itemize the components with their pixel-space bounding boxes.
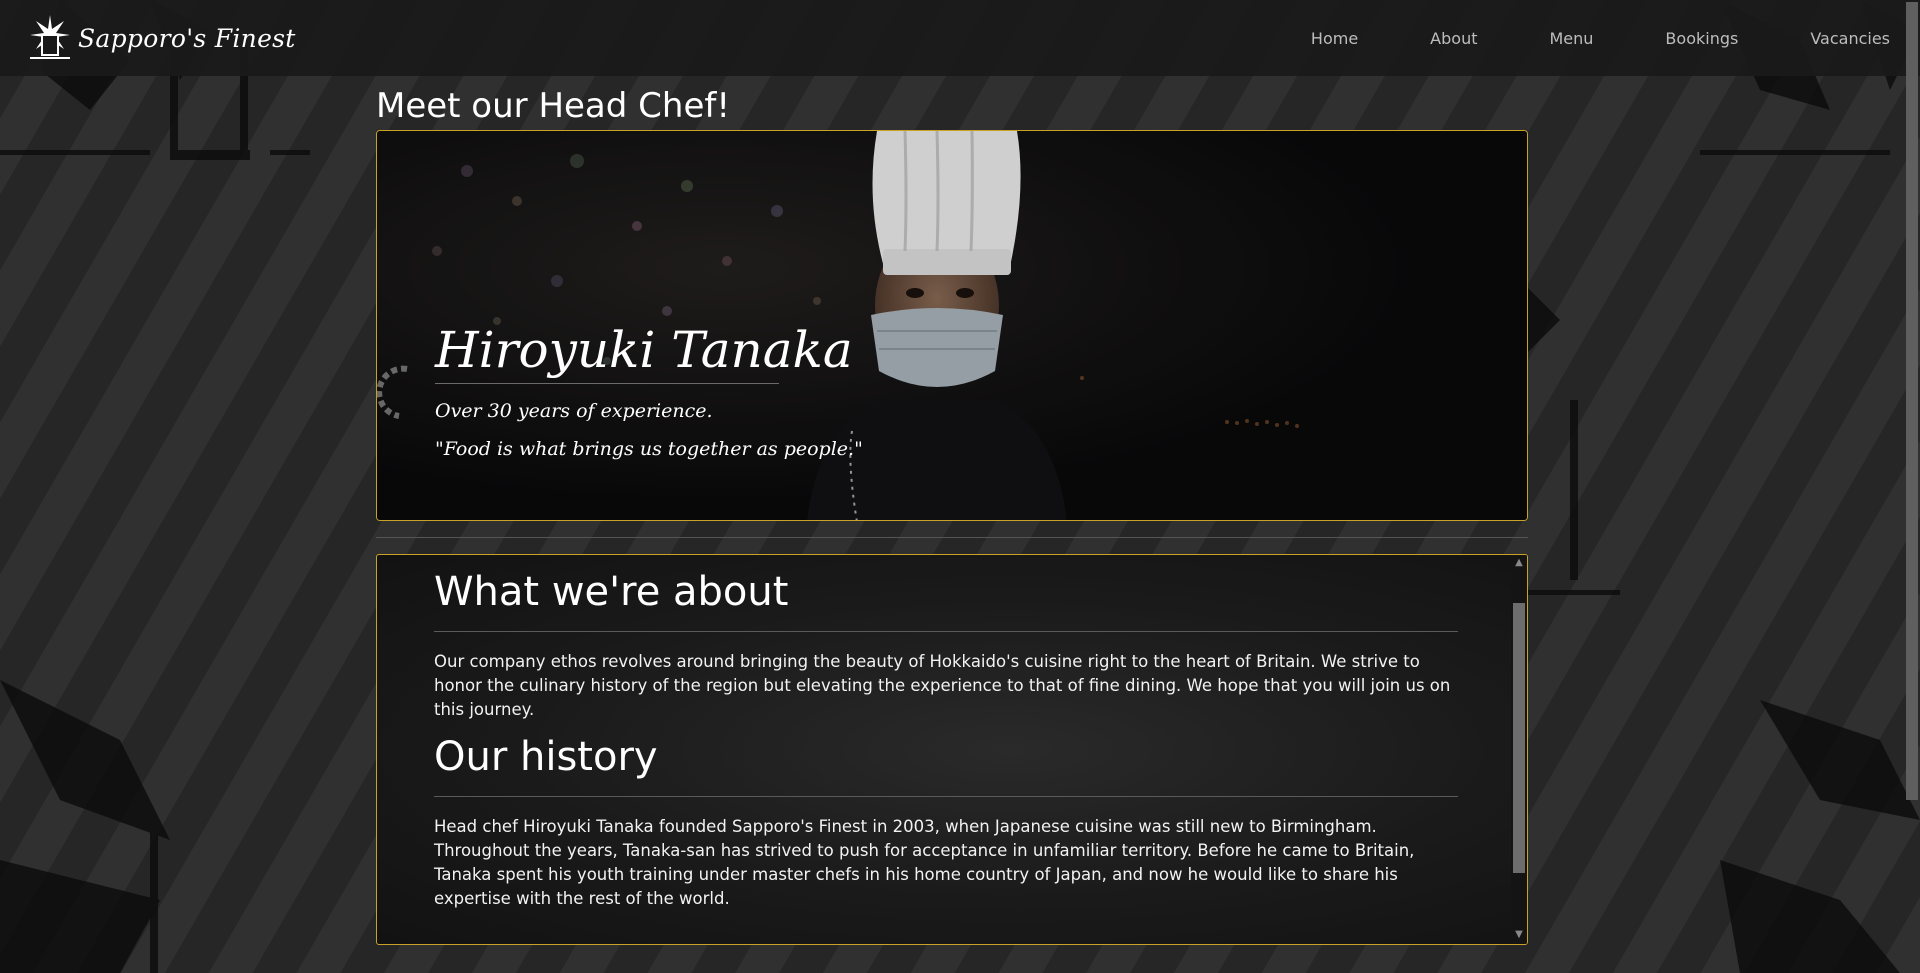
page-scrollbar[interactable]: [1903, 0, 1920, 973]
brand-name[interactable]: Sapporo's Finest: [78, 24, 296, 53]
nav-home[interactable]: Home: [1275, 29, 1394, 48]
page-scroll-thumb[interactable]: [1906, 2, 1918, 800]
about-scrollbar[interactable]: ▲ ▼: [1511, 555, 1527, 944]
section-divider: [376, 537, 1528, 538]
nav-menu[interactable]: Menu: [1513, 29, 1629, 48]
section-body-history: Head chef Hiroyuki Tanaka founded Sappor…: [434, 817, 1415, 908]
section-body-about: Our company ethos revolves around bringi…: [434, 652, 1451, 719]
top-navbar: Sapporo's Finest Home About Menu Booking…: [0, 0, 1920, 76]
nav-links: Home About Menu Bookings Vacancies: [1275, 29, 1892, 48]
chef-experience: Over 30 years of experience.: [435, 400, 713, 422]
nav-vacancies[interactable]: Vacancies: [1774, 29, 1892, 48]
about-scroll-box[interactable]: What we're about Our company ethos revol…: [376, 554, 1528, 945]
head-chef-card: Hiroyuki Tanaka Over 30 years of experie…: [376, 130, 1528, 521]
about-scroll-thumb[interactable]: [1513, 603, 1525, 873]
about-content: What we're about Our company ethos revol…: [434, 555, 1458, 911]
chef-quote: "Food is what brings us together as peop…: [435, 438, 863, 460]
nav-about[interactable]: About: [1394, 29, 1513, 48]
scroll-down-icon[interactable]: ▼: [1511, 927, 1527, 943]
brand[interactable]: Sapporo's Finest: [28, 13, 296, 63]
section-title-history: Our history: [434, 734, 1458, 797]
sapporo-star-glass-icon: [28, 13, 72, 63]
chef-name: Hiroyuki Tanaka: [435, 321, 853, 384]
chef-info: Hiroyuki Tanaka Over 30 years of experie…: [435, 321, 863, 460]
main-content: Meet our Head Chef! Hiroyuki Tanaka Over…: [376, 76, 1528, 945]
section-title-about: What we're about: [434, 569, 1458, 632]
page-title: Meet our Head Chef!: [376, 86, 730, 126]
scroll-up-icon[interactable]: ▲: [1511, 555, 1527, 571]
nav-bookings[interactable]: Bookings: [1629, 29, 1774, 48]
